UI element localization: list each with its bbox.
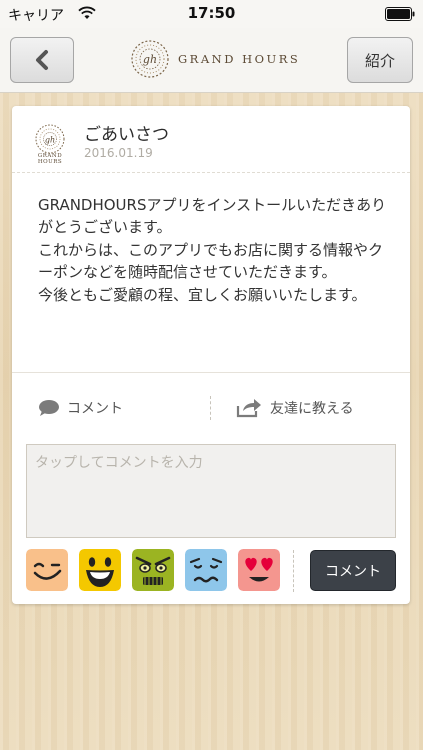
action-divider <box>210 396 211 420</box>
brand-logo: gh GRAND HOURS <box>130 38 300 80</box>
brand-logo-icon: gh <box>131 40 169 78</box>
comment-action-label: コメント <box>67 401 123 417</box>
angry-green-stamp[interactable] <box>132 549 174 591</box>
brand-name: GRAND HOURS <box>178 52 301 66</box>
wink-smile-stamp[interactable] <box>26 549 68 591</box>
post-card: gh GRAND HOURS ごあいさつ 2016.01.19 GRANDHOU… <box>12 106 410 604</box>
stamp-divider <box>293 550 294 592</box>
app-header: gh GRAND HOURS 紹介 <box>0 28 423 93</box>
post-title: ごあいさつ <box>84 125 169 145</box>
status-bar: キャリア 17:50 <box>0 0 423 28</box>
status-time: 17:50 <box>187 4 236 22</box>
laughing-stamp[interactable] <box>79 549 121 591</box>
back-button[interactable] <box>10 37 74 83</box>
share-action[interactable]: 友達に教える <box>236 398 354 418</box>
svg-text:gh: gh <box>143 53 157 66</box>
post-body: GRANDHOURSアプリをインストールいただきありがとうございます。 これから… <box>38 196 387 304</box>
share-action-label: 友達に教える <box>270 401 354 417</box>
divider <box>12 172 410 173</box>
shop-logo-caption: GRAND HOURS <box>37 153 63 165</box>
comment-action[interactable]: コメント <box>38 398 123 418</box>
heart-eyes-stamp[interactable] <box>238 549 280 591</box>
svg-text:gh: gh <box>45 136 55 145</box>
intro-button[interactable]: 紹介 <box>347 37 413 83</box>
share-icon <box>236 399 261 418</box>
battery-icon <box>385 7 415 21</box>
speech-bubble-icon <box>39 400 59 416</box>
comment-submit-button[interactable]: コメント <box>310 550 396 591</box>
worried-stamp[interactable] <box>185 549 227 591</box>
comment-input[interactable] <box>26 444 396 538</box>
post-date: 2016.01.19 <box>84 146 153 160</box>
chevron-left-icon <box>36 50 48 70</box>
divider <box>12 372 410 373</box>
